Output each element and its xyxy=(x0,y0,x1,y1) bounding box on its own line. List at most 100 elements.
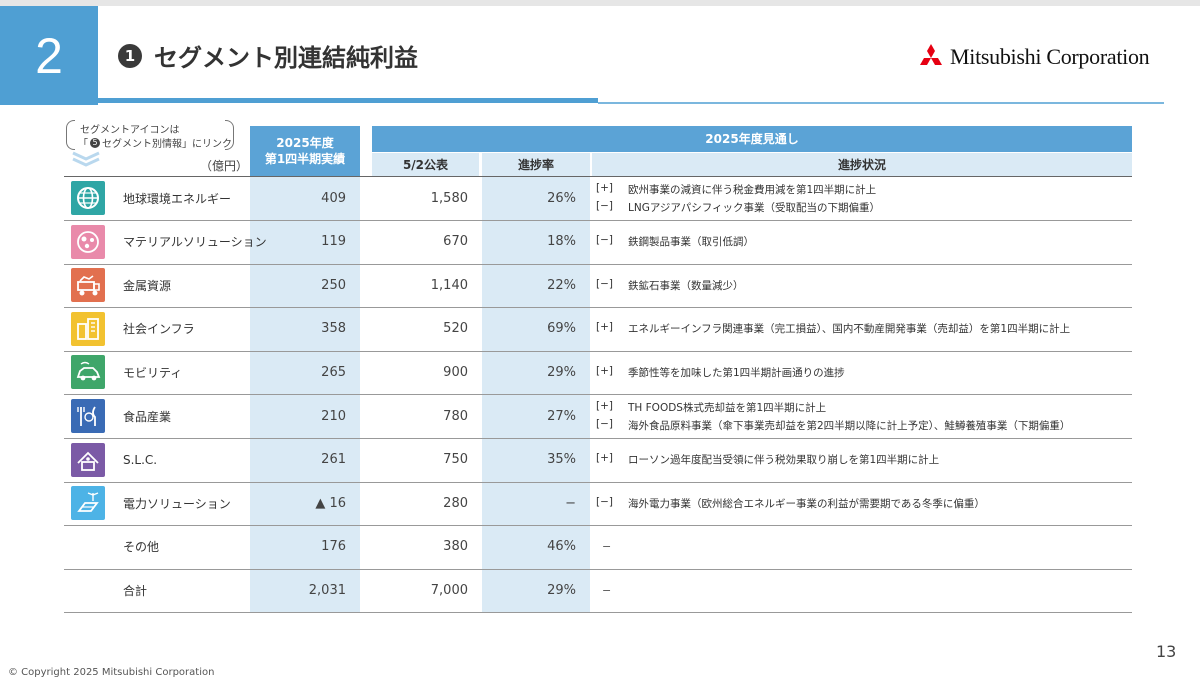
solar-wind-icon[interactable] xyxy=(71,486,105,521)
header-q1-actual-line1: 2025年度 xyxy=(276,136,334,150)
announced-value: 780 xyxy=(443,408,468,424)
progress-rate-value: 29% xyxy=(547,364,576,380)
segment-name: 社会インフラ xyxy=(123,322,195,337)
q1-actual-value: 119 xyxy=(321,234,346,250)
table-row: モビリティ 265 900 29% [+] 季節性等を加味した第1四半期計画通りの進捗 xyxy=(64,350,1132,396)
progress-rate-value: − xyxy=(565,495,576,511)
note-line-2-prefix: 「 xyxy=(78,139,88,150)
progress-rate-value: 22% xyxy=(547,277,576,293)
progress-status: − xyxy=(596,568,611,612)
segment-name: 地球環境エネルギー xyxy=(123,191,232,206)
page-title: 1 セグメント別連結純利益 xyxy=(118,38,418,73)
progress-status: − xyxy=(596,525,611,569)
segment-name: その他 xyxy=(123,540,160,555)
note-bracket-left xyxy=(66,120,75,150)
status-line: [+] エネルギーインフラ関連事業（完工損益）、国内不動産開発事業（売却益）を第1… xyxy=(596,321,1070,336)
announced-value: 1,140 xyxy=(430,277,468,293)
table-row: 社会インフラ 358 520 69% [+] エネルギーインフラ関連事業（完工損益）、国内… xyxy=(64,307,1132,352)
status-line: [+] ローソン過年度配当受領に伴う税効果取り崩しを第1四半期に計上 xyxy=(596,452,939,467)
table-row: 食品産業 210 780 27% [+] TH FOODS株式売却益を第1四半期に計上 [−… xyxy=(64,394,1132,439)
segment-name: 食品産業 xyxy=(123,409,172,424)
segment-name: モビリティ xyxy=(123,365,183,380)
status-mark: [+] xyxy=(596,321,613,334)
progress-rate-value: 27% xyxy=(547,408,576,424)
announced-value: 900 xyxy=(443,364,468,380)
note-line-2-suffix: セグメント別情報」にリンク xyxy=(102,139,232,150)
table-row: その他 176 380 46% − xyxy=(64,525,1132,570)
progress-status: [−] 鉄鋼製品事業（取引低調） xyxy=(596,220,754,264)
car-icon[interactable] xyxy=(71,355,105,390)
status-text: 海外食品原料事業（傘下事業売却益を第2四半期以降に計上予定）、鮭鱒養殖事業（下期… xyxy=(628,419,1071,432)
announced-value: 750 xyxy=(443,452,468,468)
lifestyle-icon[interactable] xyxy=(71,442,105,477)
status-mark: [+] xyxy=(596,364,613,377)
segment-name: S.L.C. xyxy=(123,452,158,467)
status-text: ローソン過年度配当受領に伴う税効果取り崩しを第1四半期に計上 xyxy=(628,454,940,467)
progress-rate-value: 35% xyxy=(547,452,576,468)
globe-icon[interactable] xyxy=(71,181,105,215)
progress-status: [+] 季節性等を加味した第1四半期計画通りの進捗 xyxy=(596,350,845,394)
status-mark: [−] xyxy=(596,417,613,430)
food-icon[interactable] xyxy=(71,399,105,433)
table-row: マテリアルソリューション 119 670 18% [−] 鉄鋼製品事業（取引低調） xyxy=(64,220,1132,265)
header-announced: 5/2公表 xyxy=(372,153,479,176)
segment-icon-note[interactable]: セグメントアイコンは 「 5 セグメント別情報」にリンク xyxy=(66,120,234,150)
table-row: 電力ソリューション ▲ 16 280 − [−] 海外電力事業（欧州総合エネルギー事業の利… xyxy=(64,481,1132,527)
header-progress-status: 進捗状況 xyxy=(592,153,1132,176)
announced-value: 280 xyxy=(443,495,468,511)
mining-truck-icon[interactable] xyxy=(71,268,105,303)
q1-actual-value: 250 xyxy=(321,277,346,293)
company-logo: Mitsubishi Corporation xyxy=(916,44,1150,70)
logo-text: Mitsubishi Corporation xyxy=(950,44,1150,69)
title-number-marker: 1 xyxy=(118,43,142,68)
q1-actual-value: 265 xyxy=(321,364,346,380)
status-mark: [−] xyxy=(596,277,613,290)
copyright: © Copyright 2025 Mitsubishi Corporation xyxy=(8,667,215,678)
announced-value: 1,580 xyxy=(430,190,468,206)
status-text: 鉄鋼製品事業（取引低調） xyxy=(628,236,754,249)
progress-status: [+] TH FOODS株式売却益を第1四半期に計上 [−] 海外食品原料事業（傘下事… xyxy=(596,394,1070,438)
top-bar xyxy=(0,0,1200,6)
status-line: [−] LNGアジアパシフィック事業（受取配当の下期偏重） xyxy=(596,200,880,215)
progress-status: [+] エネルギーインフラ関連事業（完工損益）、国内不動産開発事業（売却益）を第1… xyxy=(596,307,1070,351)
status-text: 季節性等を加味した第1四半期計画通りの進捗 xyxy=(628,366,845,379)
progress-rate-value: 29% xyxy=(547,582,576,598)
q1-actual-value: 210 xyxy=(321,408,346,424)
status-mark: [+] xyxy=(596,452,613,465)
page-number: 13 xyxy=(1156,642,1177,661)
materials-icon[interactable] xyxy=(71,224,105,259)
status-text: エネルギーインフラ関連事業（完工損益）、国内不動産開発事業（売却益）を第1四半期… xyxy=(628,323,1071,336)
status-text: LNGアジアパシフィック事業（受取配当の下期偏重） xyxy=(628,201,880,214)
segment-name: 金属資源 xyxy=(123,278,172,293)
chevron-down-icon xyxy=(72,151,100,167)
status-line: [+] TH FOODS株式売却益を第1四半期に計上 xyxy=(596,400,1070,415)
status-line: [−] 鉄鋼製品事業（取引低調） xyxy=(596,234,754,249)
status-text: 鉄鉱石事業（数量減少） xyxy=(628,279,744,292)
progress-status: [−] 鉄鉱石事業（数量減少） xyxy=(596,263,744,307)
q1-actual-value: ▲ 16 xyxy=(315,495,346,511)
progress-status: [−] 海外電力事業（欧州総合エネルギー事業の利益が需要期である冬季に偏重） xyxy=(596,481,985,525)
segment-name: マテリアルソリューション xyxy=(123,235,267,250)
announced-value: 380 xyxy=(443,539,468,555)
status-line: [−] 海外電力事業（欧州総合エネルギー事業の利益が需要期である冬季に偏重） xyxy=(596,496,985,511)
q1-actual-value: 2,031 xyxy=(308,582,346,598)
unit-label: （億円） xyxy=(200,159,249,173)
note-number-marker: 5 xyxy=(90,137,100,148)
status-line: [−] 海外食品原料事業（傘下事業売却益を第2四半期以降に計上予定）、鮭鱒養殖事業… xyxy=(596,418,1070,433)
announced-value: 520 xyxy=(443,321,468,337)
note-line-1: セグメントアイコンは xyxy=(80,125,180,136)
status-text: TH FOODS株式売却益を第1四半期に計上 xyxy=(628,401,827,414)
status-dash: − xyxy=(602,583,612,597)
table-row: S.L.C. 261 750 35% [+] ローソン過年度配当受領に伴う税効果取り崩しを… xyxy=(64,438,1132,483)
progress-rate-value: 69% xyxy=(547,321,576,337)
status-mark: [−] xyxy=(596,234,613,247)
q1-actual-value: 261 xyxy=(321,452,346,468)
status-text: 海外電力事業（欧州総合エネルギー事業の利益が需要期である冬季に偏重） xyxy=(628,497,985,510)
status-line: [+] 欧州事業の減資に伴う税金費用減を第1四半期に計上 xyxy=(596,182,880,197)
table-row: 合計 2,031 7,000 29% − xyxy=(64,568,1132,614)
segment-name: 電力ソリューション xyxy=(123,496,231,511)
buildings-icon[interactable] xyxy=(71,311,105,346)
status-mark: [−] xyxy=(596,199,613,212)
header-q1-actual-line2: 第1四半期実績 xyxy=(264,152,346,166)
progress-rate-value: 46% xyxy=(547,539,576,555)
